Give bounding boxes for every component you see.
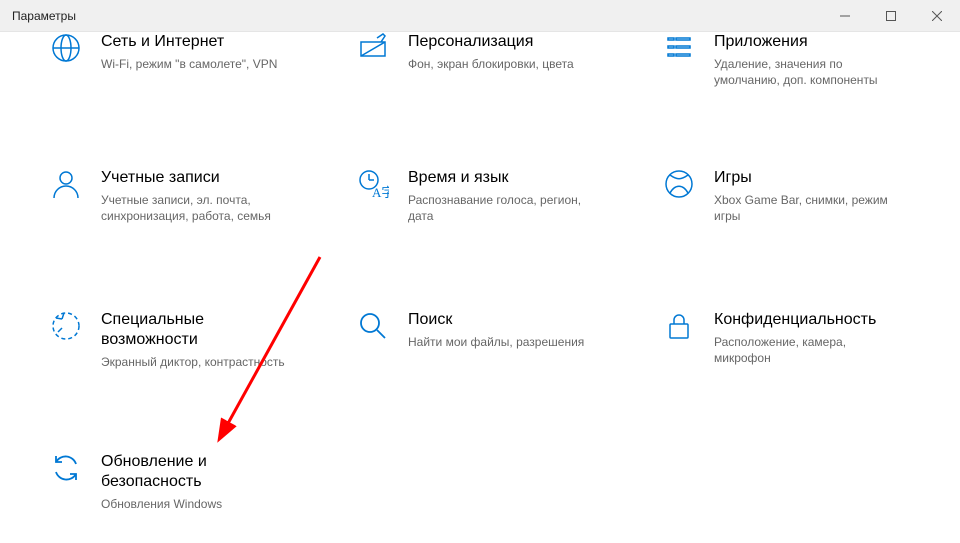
tile-accounts[interactable]: Учетные записи Учетные записи, эл. почта…: [49, 168, 291, 224]
minimize-button[interactable]: [822, 0, 868, 31]
close-button[interactable]: [914, 0, 960, 31]
window-title: Параметры: [12, 9, 76, 23]
tile-title: Обновление и безопасность: [101, 452, 251, 492]
tile-title: Игры: [714, 168, 904, 188]
tile-desc: Найти мои файлы, разрешения: [408, 334, 584, 350]
tile-search[interactable]: Поиск Найти мои файлы, разрешения: [356, 310, 584, 350]
tile-desc: Учетные записи, эл. почта, синхронизация…: [101, 192, 291, 224]
tile-network[interactable]: Сеть и Интернет Wi-Fi, режим "в самолете…: [49, 32, 277, 72]
xbox-icon: [662, 168, 696, 224]
time-language-icon: А字: [356, 168, 390, 224]
tile-title: Поиск: [408, 310, 584, 330]
maximize-button[interactable]: [868, 0, 914, 31]
minimize-icon: [840, 11, 850, 21]
sync-icon: [49, 452, 83, 512]
accessibility-icon: [49, 310, 83, 370]
tile-desc: Фон, экран блокировки, цвета: [408, 56, 574, 72]
tile-desc: Xbox Game Bar, снимки, режим игры: [714, 192, 904, 224]
tile-title: Сеть и Интернет: [101, 32, 277, 52]
paint-icon: [356, 32, 390, 72]
tile-desc: Расположение, камера, микрофон: [714, 334, 904, 366]
settings-content: Сеть и Интернет Wi-Fi, режим "в самолете…: [0, 32, 960, 543]
close-icon: [932, 11, 942, 21]
tile-desc: Обновления Windows: [101, 496, 251, 512]
tile-desc: Wi-Fi, режим "в самолете", VPN: [101, 56, 277, 72]
tile-title: Специальные возможности: [101, 310, 251, 350]
tile-title: Конфиденциальность: [714, 310, 904, 330]
tile-title: Учетные записи: [101, 168, 291, 188]
globe-icon: [49, 32, 83, 72]
lock-icon: [662, 310, 696, 366]
tile-update-security[interactable]: Обновление и безопасность Обновления Win…: [49, 452, 251, 512]
tile-desc: Экранный диктор, контрастность: [101, 354, 285, 370]
tile-desc: Распознавание голоса, регион, дата: [408, 192, 598, 224]
window-titlebar: Параметры: [0, 0, 960, 32]
tile-title: Время и язык: [408, 168, 598, 188]
svg-text:А字: А字: [372, 185, 389, 200]
window-controls: [822, 0, 960, 31]
tile-games[interactable]: Игры Xbox Game Bar, снимки, режим игры: [662, 168, 904, 224]
tile-apps[interactable]: Приложения Удаление, значения по умолчан…: [662, 32, 904, 88]
tile-time-language[interactable]: А字 Время и язык Распознавание голоса, ре…: [356, 168, 598, 224]
tile-title: Приложения: [714, 32, 904, 52]
tile-desc: Удаление, значения по умолчанию, доп. ко…: [714, 56, 904, 88]
tile-title: Персонализация: [408, 32, 574, 52]
tile-privacy[interactable]: Конфиденциальность Расположение, камера,…: [662, 310, 904, 366]
tile-personalization[interactable]: Персонализация Фон, экран блокировки, цв…: [356, 32, 574, 72]
search-icon: [356, 310, 390, 350]
apps-icon: [662, 32, 696, 88]
tile-accessibility[interactable]: Специальные возможности Экранный диктор,…: [49, 310, 285, 370]
person-icon: [49, 168, 83, 224]
maximize-icon: [886, 11, 896, 21]
